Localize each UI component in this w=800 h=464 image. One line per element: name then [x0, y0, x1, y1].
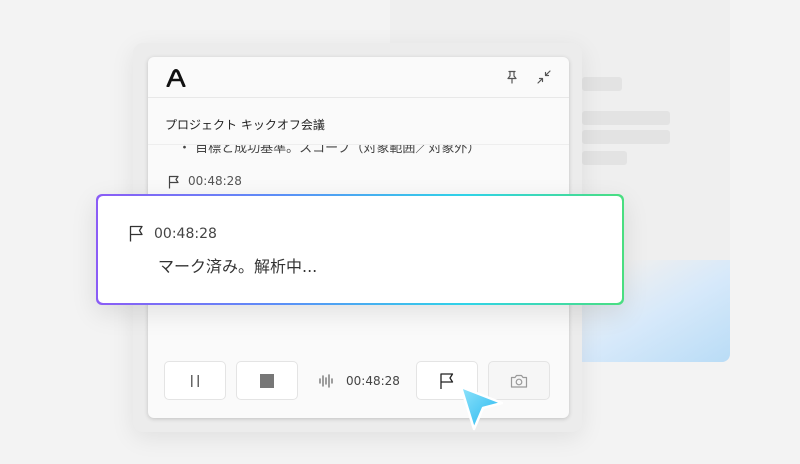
camera-icon [510, 374, 528, 388]
meeting-title: プロジェクト キックオフ会議 [165, 118, 325, 132]
app-logo-icon [166, 69, 186, 87]
placeholder-bar [582, 77, 622, 91]
pause-icon [191, 374, 199, 387]
placeholder-bar [582, 111, 670, 125]
placeholder-bar [582, 151, 627, 165]
pin-icon[interactable] [505, 70, 519, 84]
stop-button[interactable] [236, 361, 298, 400]
previous-mark-time: 00:48:28 [188, 174, 242, 188]
mark-time: 00:48:28 [154, 226, 217, 242]
placeholder-bar [582, 130, 670, 144]
collapse-icon[interactable] [537, 70, 551, 84]
mark-status-text: マーク済み。解析中... [158, 257, 318, 276]
widget-titlebar[interactable] [148, 57, 569, 98]
flag-icon [129, 225, 143, 242]
waveform-icon [319, 374, 333, 388]
cursor-icon [459, 385, 504, 431]
title-divider [148, 144, 569, 145]
transcript-partial-line: ・ 目標と成功基準。スコープ（対象範囲／対象外） [178, 141, 481, 156]
pause-button[interactable] [164, 361, 226, 400]
flag-icon [168, 175, 179, 189]
stop-icon [260, 373, 274, 388]
elapsed-time: 00:48:28 [346, 374, 400, 388]
flag-icon [440, 372, 454, 389]
mark-popup: 00:48:28 マーク済み。解析中... [98, 196, 622, 303]
